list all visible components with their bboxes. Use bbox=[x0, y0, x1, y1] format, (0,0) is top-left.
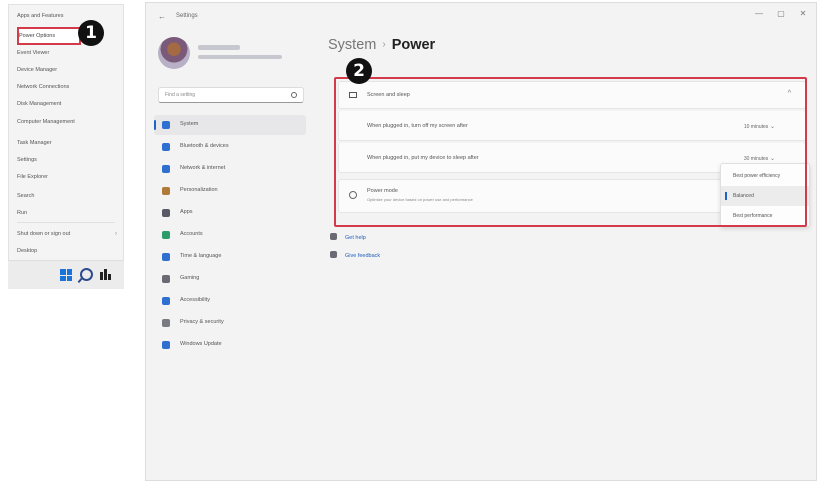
menu-item-desktop[interactable]: Desktop bbox=[17, 244, 121, 258]
windows-start-icon[interactable] bbox=[60, 269, 72, 281]
menu-divider bbox=[17, 222, 115, 223]
get-help-label: Get help bbox=[345, 235, 366, 241]
settings-window: ← Settings — ▢ ✕ Find a setting System B… bbox=[145, 2, 817, 481]
sidebar-item-label: Network & internet bbox=[180, 165, 226, 171]
back-arrow-icon[interactable]: ← bbox=[158, 12, 166, 21]
minimize-icon[interactable]: — bbox=[752, 9, 766, 18]
sidebar-item-accounts[interactable]: Accounts bbox=[154, 225, 306, 245]
menu-item-run[interactable]: Run bbox=[17, 206, 121, 220]
sidebar-item-label: Privacy & security bbox=[180, 319, 224, 325]
accessibility-icon bbox=[162, 297, 170, 305]
task-view-icon[interactable] bbox=[100, 269, 111, 280]
search-icon bbox=[291, 92, 297, 98]
sidebar-item-label: Accessibility bbox=[180, 297, 210, 303]
sidebar-item-system[interactable]: System bbox=[154, 115, 306, 135]
menu-item-shutdown[interactable]: Shut down or sign out bbox=[17, 227, 121, 241]
maximize-icon[interactable]: ▢ bbox=[774, 9, 788, 18]
sidebar-item-accessibility[interactable]: Accessibility bbox=[154, 291, 306, 311]
menu-item-event-viewer[interactable]: Event Viewer bbox=[17, 46, 121, 60]
sidebar-item-label: Time & language bbox=[180, 253, 222, 259]
person-icon bbox=[162, 231, 170, 239]
menu-item-task-manager[interactable]: Task Manager bbox=[17, 136, 121, 150]
update-icon bbox=[162, 341, 170, 349]
taskbar bbox=[8, 260, 124, 289]
help-icon bbox=[330, 233, 337, 240]
winx-context-menu: Apps and Features Power Options Event Vi… bbox=[8, 4, 124, 288]
step-1-callout: 1 bbox=[78, 20, 104, 46]
feedback-icon bbox=[330, 251, 337, 258]
sidebar-item-apps[interactable]: Apps bbox=[154, 203, 306, 223]
monitor-icon bbox=[162, 121, 170, 129]
sidebar-item-label: System bbox=[180, 121, 199, 127]
sidebar-item-gaming[interactable]: Gaming bbox=[154, 269, 306, 289]
breadcrumb-separator: › bbox=[382, 39, 386, 50]
sidebar-item-network[interactable]: Network & internet bbox=[154, 159, 306, 179]
title-bar: ← Settings — ▢ ✕ bbox=[146, 3, 816, 33]
apps-icon bbox=[162, 209, 170, 217]
sidebar-item-privacy[interactable]: Privacy & security bbox=[154, 313, 306, 333]
page-title: Power bbox=[391, 37, 436, 53]
menu-item-file-explorer[interactable]: File Explorer bbox=[17, 170, 121, 184]
submenu-arrow-icon: › bbox=[115, 231, 117, 237]
menu-item-power-options[interactable]: Power Options bbox=[17, 27, 81, 45]
menu-item-network-connections[interactable]: Network Connections bbox=[17, 80, 121, 94]
sidebar-item-label: Windows Update bbox=[180, 341, 222, 347]
bluetooth-icon bbox=[162, 143, 170, 151]
highlight-box bbox=[334, 77, 807, 227]
give-feedback-link[interactable]: Give feedback bbox=[330, 251, 380, 259]
give-feedback-label: Give feedback bbox=[345, 253, 381, 259]
menu-item-device-manager[interactable]: Device Manager bbox=[17, 63, 121, 77]
sidebar-item-time-language[interactable]: Time & language bbox=[154, 247, 306, 267]
get-help-link[interactable]: Get help bbox=[330, 233, 366, 241]
close-icon[interactable]: ✕ bbox=[796, 9, 810, 18]
sidebar-item-personalization[interactable]: Personalization bbox=[154, 181, 306, 201]
menu-item-disk-management[interactable]: Disk Management bbox=[17, 97, 121, 111]
search-placeholder: Find a setting bbox=[165, 92, 196, 98]
step-2-callout: 2 bbox=[346, 58, 372, 84]
search-icon[interactable] bbox=[80, 268, 93, 281]
window-title: Settings bbox=[176, 13, 198, 19]
menu-item-apps-features[interactable]: Apps and Features bbox=[17, 9, 121, 23]
wifi-icon bbox=[162, 165, 170, 173]
sidebar-item-label: Bluetooth & devices bbox=[180, 143, 229, 149]
breadcrumb: System › Power bbox=[328, 37, 435, 53]
redacted-user-email bbox=[198, 55, 282, 59]
sidebar-item-bluetooth[interactable]: Bluetooth & devices bbox=[154, 137, 306, 157]
avatar bbox=[158, 37, 190, 69]
sidebar-item-label: Apps bbox=[180, 209, 193, 215]
breadcrumb-parent[interactable]: System bbox=[328, 37, 376, 53]
sidebar-item-label: Gaming bbox=[180, 275, 200, 281]
menu-item-computer-management[interactable]: Computer Management bbox=[17, 115, 121, 129]
menu-item-settings[interactable]: Settings bbox=[17, 153, 121, 167]
settings-search-input[interactable]: Find a setting bbox=[158, 87, 304, 103]
brush-icon bbox=[162, 187, 170, 195]
redacted-user-name bbox=[198, 45, 240, 50]
shield-icon bbox=[162, 319, 170, 327]
sidebar-item-windows-update[interactable]: Windows Update bbox=[154, 335, 306, 355]
sidebar-item-label: Personalization bbox=[180, 187, 218, 193]
sidebar-item-label: Accounts bbox=[180, 231, 203, 237]
gamepad-icon bbox=[162, 275, 170, 283]
menu-item-search[interactable]: Search bbox=[17, 189, 121, 203]
globe-clock-icon bbox=[162, 253, 170, 261]
